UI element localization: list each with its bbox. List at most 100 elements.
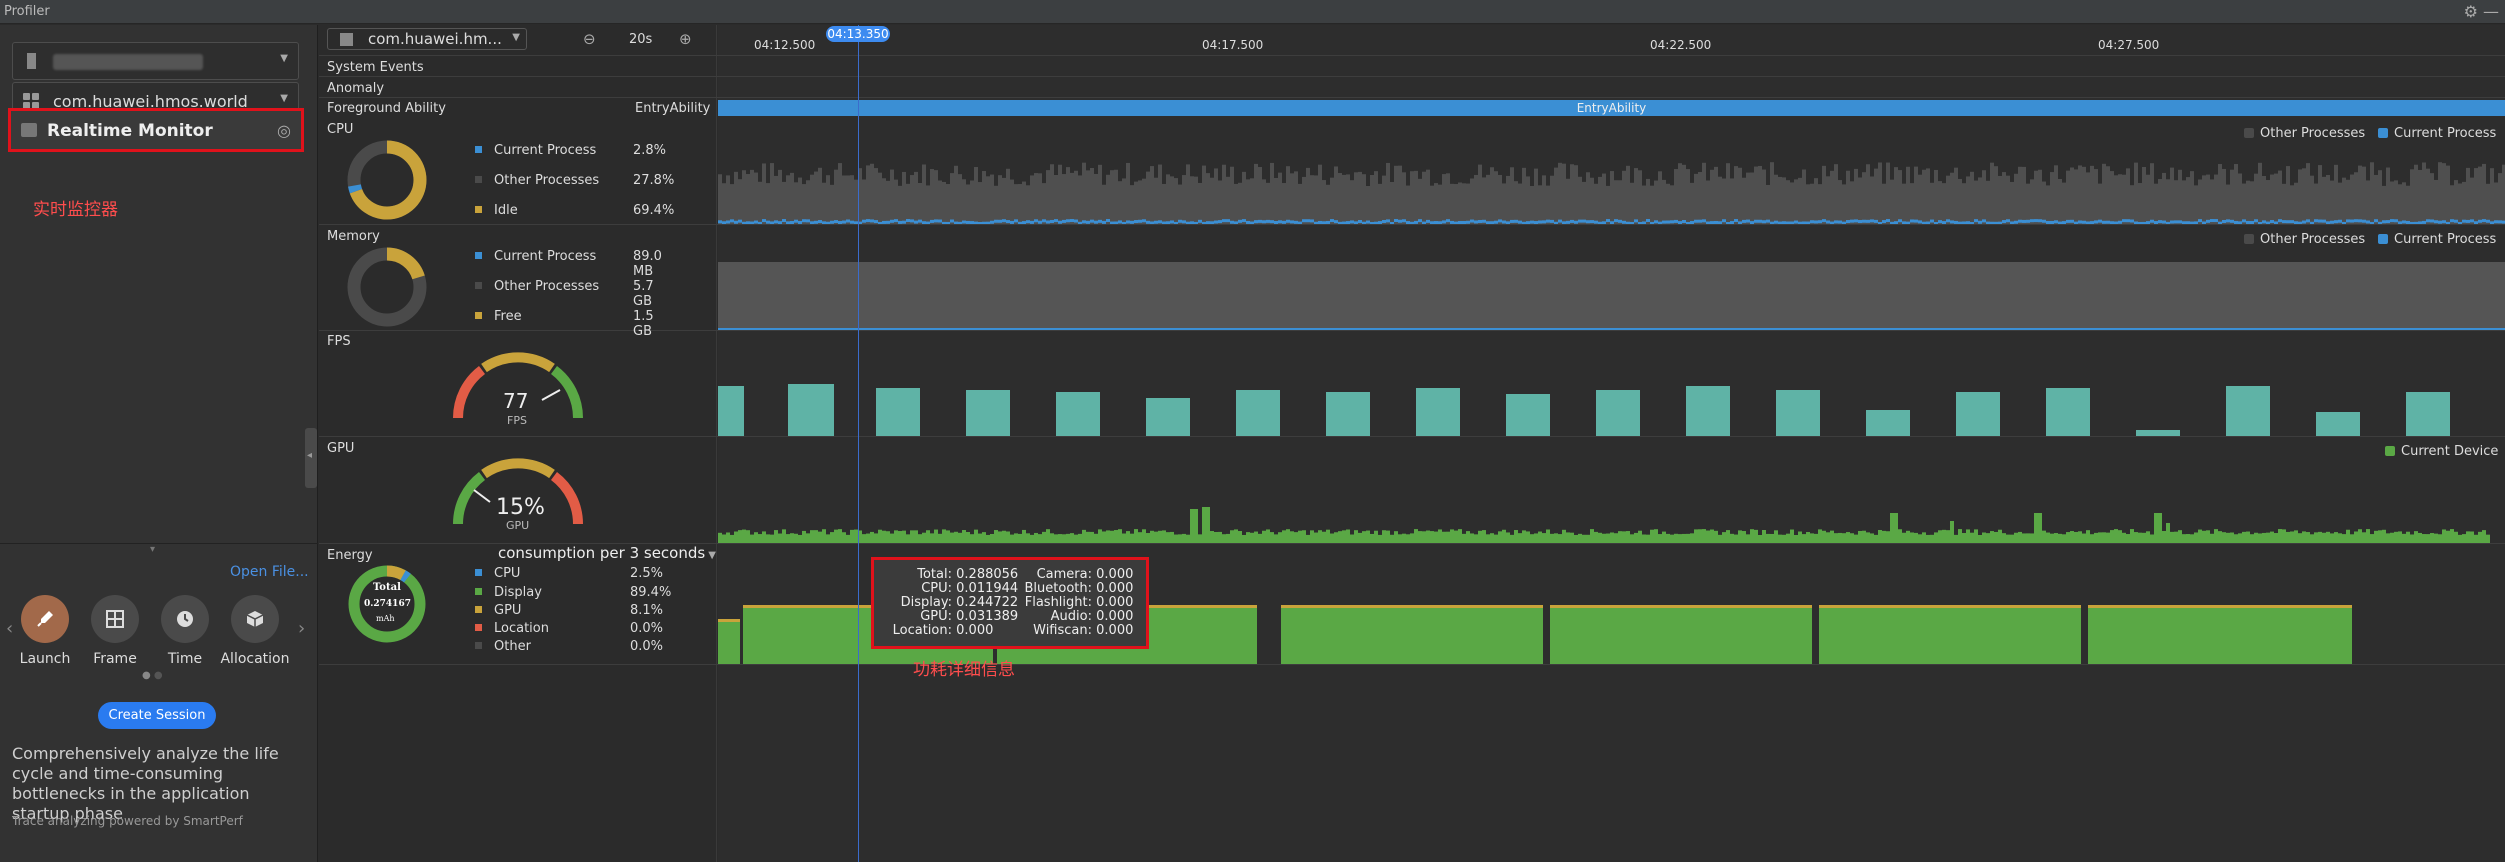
memory-top-legend-other: Other Processes <box>2244 232 2365 247</box>
gpu-bar <box>2338 533 2342 543</box>
cpu-bar <box>718 174 722 224</box>
chevron-right-icon[interactable]: › <box>298 618 305 639</box>
cpu-bar <box>1406 185 1410 224</box>
gpu-bar <box>722 534 726 543</box>
cpu-current-bar <box>914 220 918 224</box>
cpu-current-bar <box>2330 220 2334 224</box>
realtime-monitor-item[interactable]: Realtime Monitor ◎ <box>8 108 304 152</box>
gpu-bar <box>2182 534 2186 543</box>
tool-launch[interactable]: Launch <box>10 595 80 667</box>
cpu-bar <box>1454 184 1458 224</box>
band-label: EntryAbility <box>1576 101 1647 115</box>
cpu-bar <box>2458 183 2462 224</box>
gpu-bar <box>1522 530 1526 543</box>
sidebar-divider[interactable]: ▾ <box>0 543 318 555</box>
cpu-current-bar <box>2402 220 2406 224</box>
cpu-bar <box>794 182 798 224</box>
cpu-current-bar <box>2190 221 2194 224</box>
sidebar-collapse-handle[interactable]: ◂ <box>305 428 317 488</box>
cpu-current-bar <box>2210 219 2214 223</box>
timeline-cursor[interactable] <box>858 25 859 862</box>
gpu-bar <box>1670 534 1674 543</box>
cpu-bar <box>1194 176 1198 224</box>
cpu-current-bar <box>2374 219 2378 223</box>
cpu-current-bar <box>1370 221 1374 224</box>
gpu-bar <box>2118 530 2122 543</box>
cpu-current-bar <box>2274 221 2278 224</box>
gpu-bar <box>1514 530 1518 543</box>
gpu-bar <box>2142 532 2146 543</box>
legend-value: 2.8% <box>633 143 667 158</box>
gpu-bar <box>1686 533 1690 543</box>
create-session-button[interactable]: Create Session <box>98 702 216 729</box>
gpu-bar <box>1658 534 1662 543</box>
zoom-in-icon[interactable]: ⊕ <box>679 30 692 48</box>
gpu-bar <box>2178 530 2182 543</box>
app-title: Profiler <box>4 4 50 19</box>
cpu-bar <box>1682 164 1686 224</box>
cpu-bar <box>1078 175 1082 224</box>
cpu-bar <box>2430 173 2434 224</box>
energy-mode-select[interactable]: consumption per 3 seconds ▼ <box>498 544 716 562</box>
memory-title: Memory <box>327 229 380 244</box>
cpu-current-bar <box>2166 221 2170 224</box>
gpu-bar <box>1026 533 1030 543</box>
cpu-bar <box>2414 164 2418 224</box>
tooltip-value: 0.000 <box>1096 623 1134 638</box>
cpu-bar <box>1742 177 1746 224</box>
cpu-current-bar <box>2058 221 2062 224</box>
gpu-bar <box>1938 530 1942 543</box>
cpu-bar <box>1886 162 1890 224</box>
carousel-dots[interactable]: ● ● <box>142 670 163 681</box>
gpu-bar <box>1302 530 1306 543</box>
tool-allocation[interactable]: Allocation <box>220 595 290 667</box>
cpu-current-bar <box>946 221 950 224</box>
cpu-current-bar <box>2306 219 2310 223</box>
tooltip-row: Total: 0.288056 <box>876 567 1018 582</box>
tool-time[interactable]: Time <box>150 595 220 667</box>
cpu-current-bar <box>790 221 794 224</box>
fps-bar <box>1866 410 1910 436</box>
cpu-bar <box>766 183 770 224</box>
tooltip-key: Wifiscan: <box>1033 623 1092 638</box>
cpu-bar <box>2042 181 2046 224</box>
cpu-current-bar <box>2458 221 2462 224</box>
gpu-bar <box>2074 531 2078 543</box>
settings-icon[interactable]: ◎ <box>277 121 291 140</box>
cpu-current-bar <box>1062 219 1066 223</box>
cpu-bar <box>790 172 794 224</box>
cpu-current-bar <box>1954 220 1958 224</box>
cpu-bar <box>1802 169 1806 224</box>
gpu-bar <box>886 531 890 543</box>
cpu-current-bar <box>1746 219 1750 223</box>
cpu-current-bar <box>1298 221 1302 224</box>
cpu-bar <box>1114 169 1118 224</box>
cpu-current-bar <box>1438 221 1442 224</box>
tool-frame[interactable]: Frame <box>80 595 150 667</box>
cpu-current-bar <box>2470 219 2474 223</box>
cpu-current-bar <box>1690 221 1694 224</box>
gpu-bar <box>2370 534 2374 543</box>
gpu-bar <box>866 533 870 543</box>
foreground-ability-band[interactable]: EntryAbility <box>718 100 2505 116</box>
cpu-current-bar <box>2294 221 2298 224</box>
minimize-icon[interactable]: — <box>2483 2 2499 21</box>
gpu-bar <box>1354 530 1358 543</box>
zoom-out-icon[interactable]: ⊖ <box>583 30 596 48</box>
process-select[interactable]: com.huawei.hm... ▼ <box>327 28 527 50</box>
cpu-current-bar <box>2214 219 2218 223</box>
gear-icon[interactable]: ⚙ <box>2464 2 2478 21</box>
open-file-link[interactable]: Open File... <box>230 564 309 580</box>
cpu-bar <box>1670 185 1674 224</box>
gpu-bar <box>1506 532 1510 543</box>
cpu-current-bar <box>1950 220 1954 224</box>
gpu-bar <box>982 532 986 543</box>
cpu-current-bar <box>1802 221 1806 224</box>
gpu-bar <box>1074 534 1078 543</box>
memory-timeline-area <box>718 262 2505 330</box>
cpu-bar <box>1778 176 1782 224</box>
cpu-bar <box>1298 183 1302 224</box>
device-select[interactable]: ▼ <box>12 42 299 80</box>
tooltip-row: Location: 0.000 <box>876 623 1016 638</box>
legend-value: 89.4% <box>630 585 672 600</box>
